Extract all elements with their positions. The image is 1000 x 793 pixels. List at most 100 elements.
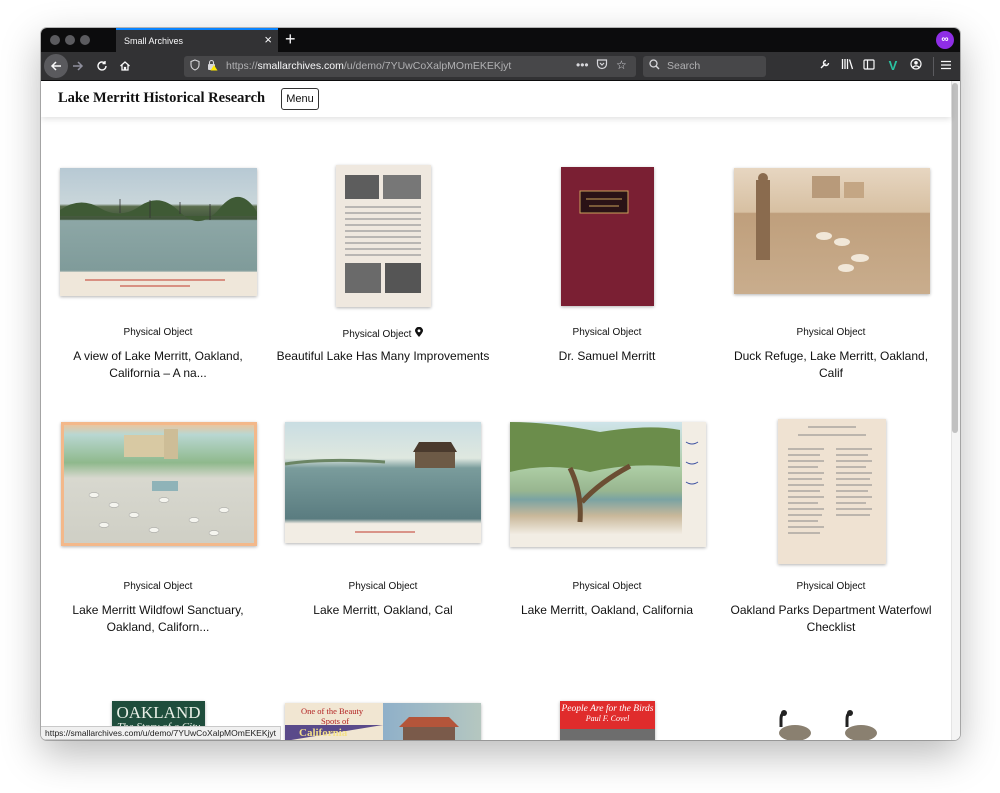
item-title[interactable]: Beautiful Lake Has Many Improvements [273,348,493,365]
postcard-lake-image [60,196,257,296]
sidebar-toggle-icon[interactable] [860,57,878,75]
pocket-icon[interactable] [596,58,608,73]
thumbnail-people-for-birds[interactable]: People Are for the Birds Paul F. Covel [560,701,655,740]
search-icon [649,59,660,73]
item-type-text: Physical Object [123,581,193,592]
close-window-button[interactable] [50,35,60,45]
browser-window: Small Archives × + ∞ https://smallarchiv… [41,28,960,740]
checklist-page-image [788,426,872,534]
item-title[interactable]: A view of Lake Merritt, Oakland, Califor… [48,348,268,382]
account-icon[interactable] [907,57,925,75]
item-type-text: Physical Object [796,327,866,338]
url-host: smallarchives.com [257,60,344,72]
page-actions-icon[interactable]: ••• [576,58,589,72]
item-type-text: Physical Object [572,581,642,592]
card-item-8[interactable]: Physical Object Oakland Parks Department… [721,581,941,636]
thumbnail-canada-geese[interactable] [773,709,903,740]
tab-small-archives[interactable]: Small Archives × [116,28,278,52]
site-title[interactable]: Lake Merritt Historical Research [58,90,265,107]
item-type-text: Physical Object [342,329,412,340]
toolbar-divider [933,57,934,76]
address-bar[interactable]: https://smallarchives.com/u/demo/7YUwCoX… [184,56,636,77]
item-title[interactable]: Lake Merritt, Oakland, California [497,602,717,619]
bookmark-star-icon[interactable]: ☆ [616,58,627,72]
wildfowl-sanctuary-image [88,429,230,536]
beauty-spots-line: One of the Beauty [301,706,364,716]
thumbnail-beauty-spots[interactable]: One of the Beauty Spots of California [285,703,481,740]
reload-icon [97,61,107,71]
item-type-text: Physical Object [123,327,193,338]
item-type-label: Physical Object [721,581,941,595]
scrollbar-thumb[interactable] [952,83,958,433]
url-scheme: https:// [226,60,258,72]
pavilion-image [399,717,459,740]
new-tab-button[interactable]: + [285,29,296,49]
thumbnail-newspaper-clipping[interactable] [336,165,431,307]
item-type-text: Physical Object [572,327,642,338]
thumbnail-lake-merritt-cal[interactable] [285,422,481,543]
thumbnail-waterfowl-checklist[interactable] [778,419,886,564]
item-type-label: Physical Object [273,581,493,595]
back-arrow-icon [50,61,61,71]
status-url-bar: https://smallarchives.com/u/demo/7YUwCoX… [41,726,281,740]
site-header: Lake Merritt Historical Research Menu [41,81,951,117]
lake-pier-image [285,442,457,533]
item-type-label: Physical Object [497,327,717,341]
private-browsing-icon[interactable]: ∞ [936,31,954,49]
duck-refuge-photo [756,173,869,272]
card-item-2[interactable]: Physical Object Beautiful Lake Has Many … [273,326,493,365]
thumbnail-samuel-merritt-book[interactable] [561,167,654,306]
forward-arrow-icon [73,61,84,71]
url-path: /u/demo/7YUwCoXalpMOmEKEKjyt [343,60,512,72]
item-type-label: Physical Object [48,327,268,341]
item-title[interactable]: Lake Merritt Wildfowl Sanctuary, Oakland… [48,602,268,636]
thumbnail-duck-refuge[interactable] [734,168,930,294]
lake-tree-image [510,422,706,547]
item-type-label: Physical Object [273,326,493,341]
thumbnail-lake-merritt-view[interactable] [60,168,257,296]
book-title-oakland: OAKLAND [116,703,201,722]
pennant-text: California [299,727,348,739]
card-item-4[interactable]: Physical Object Duck Refuge, Lake Merrit… [721,327,941,382]
canada-geese-image [779,710,877,740]
forward-button[interactable] [67,56,89,78]
item-title[interactable]: Lake Merritt, Oakland, Cal [273,602,493,619]
item-type-label: Physical Object [721,327,941,341]
card-item-1[interactable]: Physical Object A view of Lake Merritt, … [48,327,268,382]
card-item-7[interactable]: Physical Object Lake Merritt, Oakland, C… [497,581,717,619]
book-cover-image [579,190,629,214]
search-bar[interactable]: Search [643,56,766,77]
page-content: Lake Merritt Historical Research Menu Ph… [41,81,960,740]
item-title[interactable]: Dr. Samuel Merritt [497,348,717,365]
card-item-5[interactable]: Physical Object Lake Merritt Wildfowl Sa… [48,581,268,636]
tab-strip: Small Archives × + ∞ [41,28,960,52]
lock-warning-icon[interactable] [206,59,218,74]
thumbnail-wildfowl-sanctuary[interactable] [61,422,257,546]
home-icon [120,61,130,71]
back-button[interactable] [44,54,68,78]
item-title[interactable]: Oakland Parks Department Waterfowl Check… [721,602,941,636]
zoom-window-button[interactable] [80,35,90,45]
item-type-label: Physical Object [48,581,268,595]
card-item-3[interactable]: Physical Object Dr. Samuel Merritt [497,327,717,365]
vue-devtools-icon[interactable]: V [884,57,902,75]
library-icon[interactable] [838,57,856,75]
item-type-label: Physical Object [497,581,717,595]
menu-button[interactable]: Menu [281,88,319,110]
wrench-icon[interactable] [816,57,834,75]
url-text: https://smallarchives.com/u/demo/7YUwCoX… [226,60,511,72]
nav-toolbar: https://smallarchives.com/u/demo/7YUwCoX… [41,52,960,81]
item-type-text: Physical Object [796,581,866,592]
reload-button[interactable] [91,56,113,78]
card-item-6[interactable]: Physical Object Lake Merritt, Oakland, C… [273,581,493,619]
thumbnail-lake-merritt-california[interactable] [510,422,706,547]
minimize-window-button[interactable] [65,35,75,45]
home-button[interactable] [114,56,136,78]
item-type-text: Physical Object [348,581,418,592]
tab-close-icon[interactable]: × [264,33,272,47]
item-title[interactable]: Duck Refuge, Lake Merritt, Oakland, Cali… [721,348,941,382]
search-placeholder: Search [667,60,701,72]
book-title-birds: People Are for the Birds [561,704,654,714]
hamburger-menu-icon[interactable] [937,57,955,75]
tracking-shield-icon[interactable] [190,59,200,74]
